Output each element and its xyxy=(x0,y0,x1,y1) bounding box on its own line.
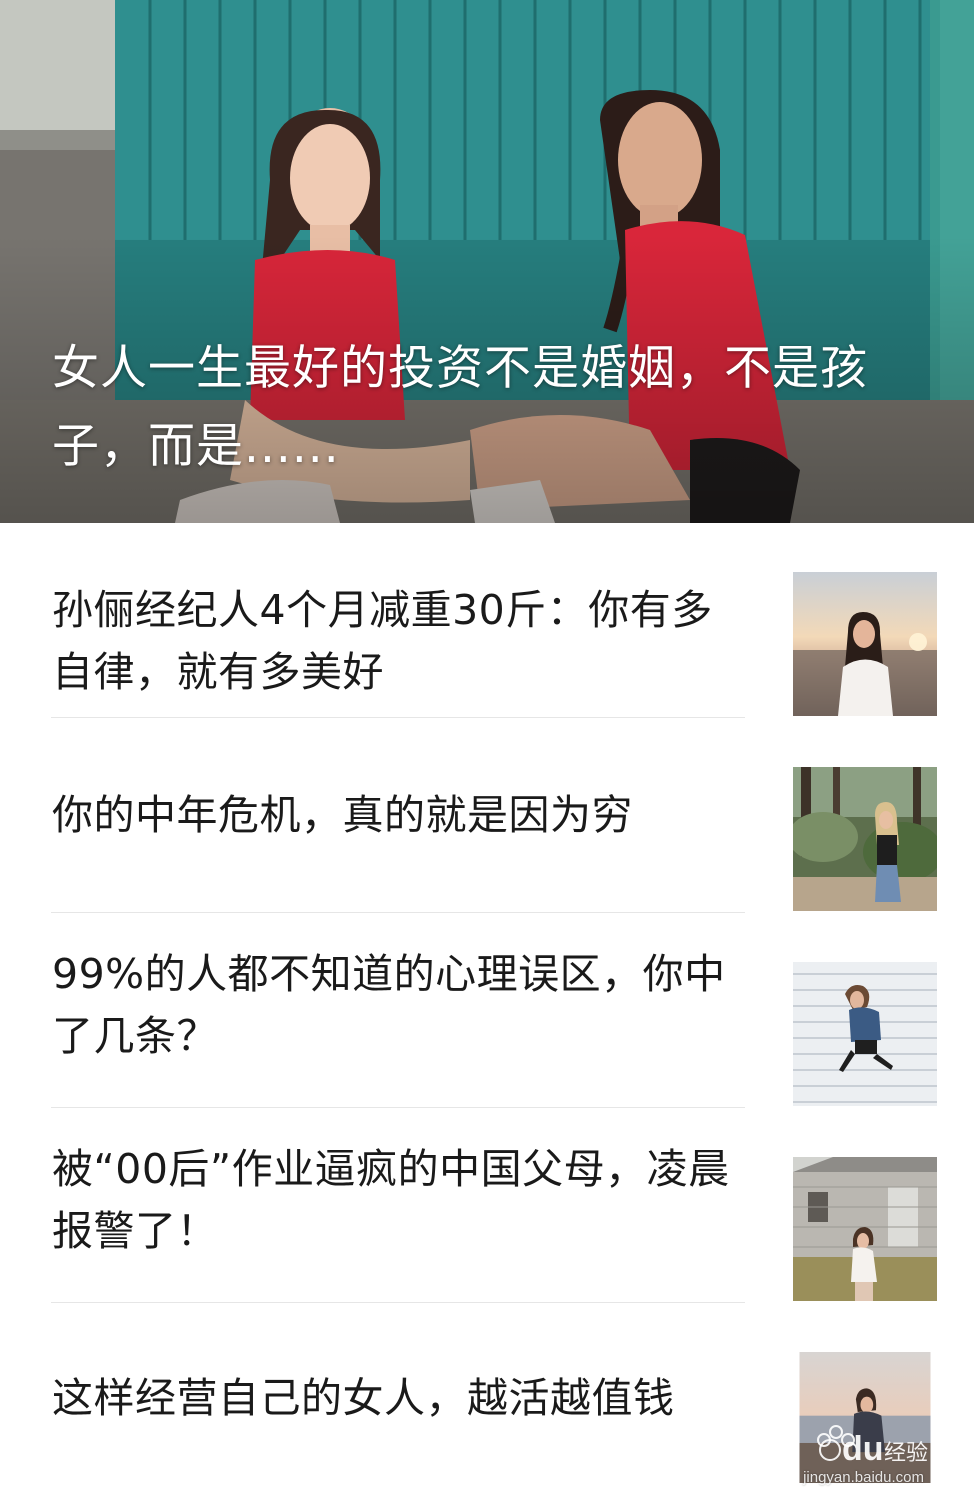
article-title[interactable]: 你的中年危机，真的就是因为穷 xyxy=(52,784,732,846)
woman-on-beach-sunset-photo-icon xyxy=(793,572,937,716)
list-item[interactable]: 你的中年危机，真的就是因为穷 xyxy=(0,718,974,913)
article-title[interactable]: 被“00后”作业逼疯的中国父母，凌晨报警了！ xyxy=(52,1138,732,1262)
hero-article-card[interactable]: 女人一生最好的投资不是婚姻，不是孩子，而是...... xyxy=(0,0,974,523)
article-list: 孙俪经纪人4个月减重30斤：你有多自律，就有多美好 你的中年危机，真的就是因为穷… xyxy=(0,523,974,1483)
woman-by-lake-photo-icon xyxy=(799,1352,931,1483)
list-item[interactable]: 99%的人都不知道的心理误区，你中了几条？ xyxy=(0,913,974,1108)
article-title[interactable]: 99%的人都不知道的心理误区，你中了几条？ xyxy=(52,943,732,1067)
woman-by-old-house-photo-icon xyxy=(793,1157,937,1301)
article-title[interactable]: 这样经营自己的女人，越活越值钱 xyxy=(52,1367,732,1429)
article-feed-page: 女人一生最好的投资不是婚姻，不是孩子，而是...... 孙俪经纪人4个月减重30… xyxy=(0,0,974,1508)
woman-in-forest-photo-icon xyxy=(793,767,937,911)
article-title[interactable]: 孙俪经纪人4个月减重30斤：你有多自律，就有多美好 xyxy=(52,579,732,703)
watermark-url: jingyan.baidu.com xyxy=(803,1469,924,1486)
list-item[interactable]: 孙俪经纪人4个月减重30斤：你有多自律，就有多美好 xyxy=(0,523,974,718)
woman-jumping-photo-icon xyxy=(793,962,937,1106)
list-item[interactable]: 这样经营自己的女人，越活越值钱 xyxy=(0,1303,974,1483)
hero-title[interactable]: 女人一生最好的投资不是婚姻，不是孩子，而是...... xyxy=(52,330,952,486)
list-item[interactable]: 被“00后”作业逼疯的中国父母，凌晨报警了！ xyxy=(0,1108,974,1303)
